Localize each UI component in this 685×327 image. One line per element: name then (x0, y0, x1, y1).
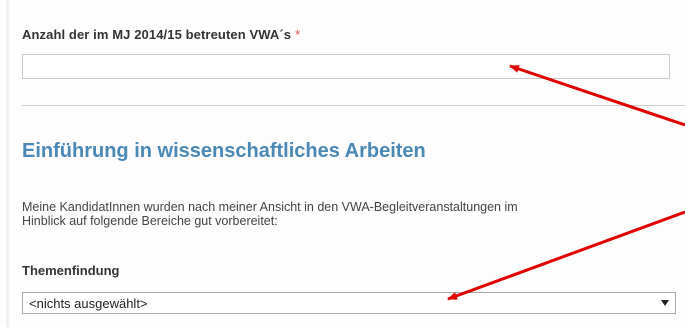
section-intro-text: Meine KandidatInnen wurden nach meiner A… (22, 200, 662, 228)
section-intro-line-2: Hinblick auf folgende Bereiche gut vorbe… (22, 214, 278, 228)
vwa-count-label-text: Anzahl der im MJ 2014/15 betreuten VWA´s (22, 27, 292, 42)
topic-finding-select[interactable]: <nichts ausgewählt> (22, 292, 676, 314)
required-marker: * (295, 27, 301, 42)
topic-finding-selected-value: <nichts ausgewählt> (29, 296, 148, 311)
page-edge-shadow (6, 0, 10, 327)
chevron-down-icon[interactable] (661, 300, 669, 306)
vwa-count-input[interactable] (22, 54, 670, 79)
section-intro-line-1: Meine KandidatInnen wurden nach meiner A… (22, 200, 518, 214)
section-divider (22, 105, 685, 106)
topic-finding-label: Themenfindung (22, 263, 120, 278)
form-page: Anzahl der im MJ 2014/15 betreuten VWA´s… (0, 0, 685, 327)
section-title: Einführung in wissenschaftliches Arbeite… (22, 140, 426, 162)
vwa-count-label: Anzahl der im MJ 2014/15 betreuten VWA´s… (22, 27, 300, 42)
